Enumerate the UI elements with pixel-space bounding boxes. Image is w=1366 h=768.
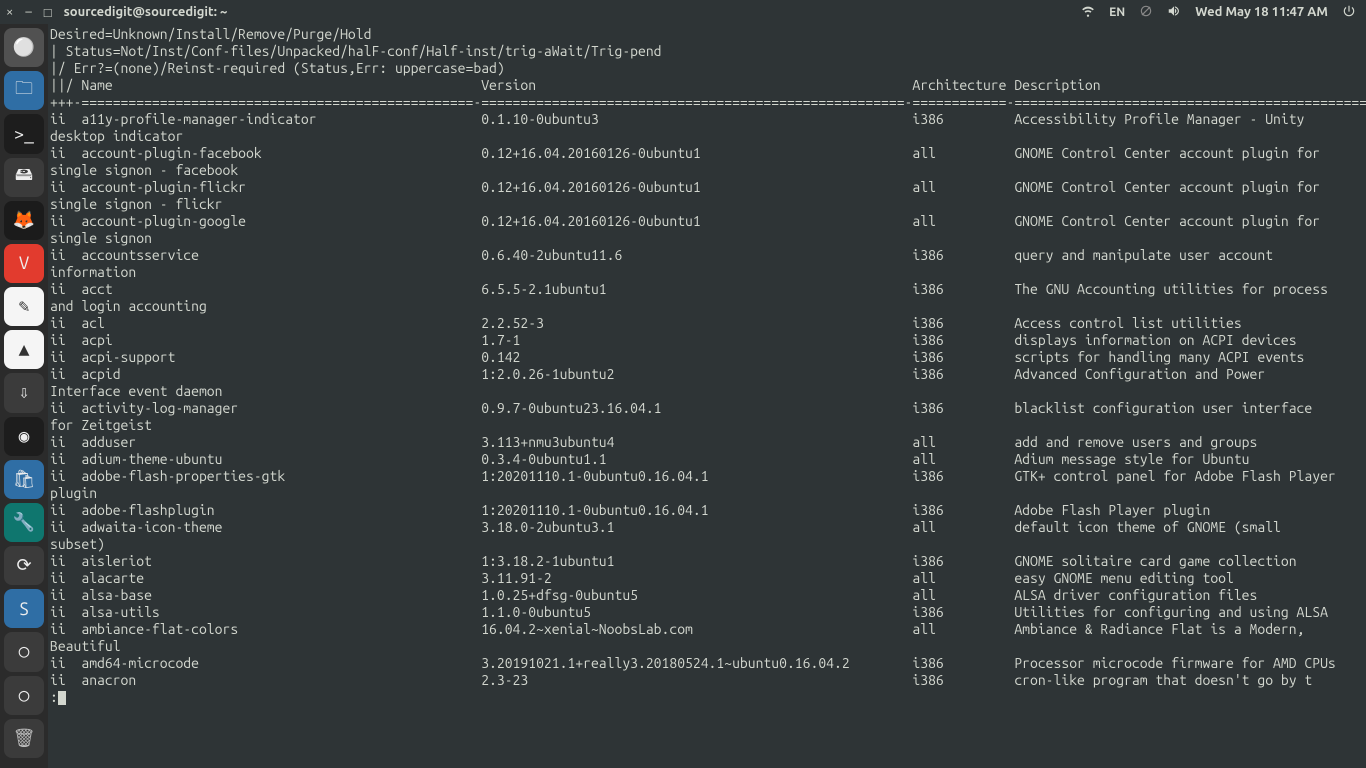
- terminal-line: plugin: [50, 485, 1364, 502]
- terminal-line: ii acpid 1:2.0.26-1ubuntu2 i386 Advanced…: [50, 366, 1364, 383]
- terminal-line: desktop indicator: [50, 128, 1364, 145]
- terminal-line: ii adduser 3.113+nmu3ubuntu4 all add and…: [50, 434, 1364, 451]
- terminal-line: ii activity-log-manager 0.9.7-0ubuntu23.…: [50, 400, 1364, 417]
- launcher-firefox[interactable]: 🦊: [4, 201, 44, 240]
- terminal-line: |/ Err?=(none)/Reinst-required (Status,E…: [50, 60, 1364, 77]
- terminal-line: subset): [50, 536, 1364, 553]
- launcher-vivaldi[interactable]: V: [4, 244, 44, 283]
- keyboard-language[interactable]: EN: [1109, 6, 1125, 19]
- power-icon[interactable]: [1342, 4, 1356, 21]
- window-close-button[interactable]: ×: [6, 5, 13, 19]
- launcher-drive[interactable]: 🖴: [4, 158, 44, 197]
- terminal-line: ||/ Name Version Architecture Descriptio…: [50, 77, 1364, 94]
- terminal-line: ii adwaita-icon-theme 3.18.0-2ubuntu3.1 …: [50, 519, 1364, 536]
- terminal-line: ii account-plugin-flickr 0.12+16.04.2016…: [50, 179, 1364, 196]
- system-tray: EN Wed May 18 11:47 AM: [1081, 4, 1366, 21]
- launcher-obs[interactable]: ◉: [4, 417, 44, 456]
- terminal-line: ii amd64-microcode 3.20191021.1+really3.…: [50, 655, 1364, 672]
- window-controls: × – □: [0, 5, 52, 20]
- terminal-line: ii acpi-support 0.142 i386 scripts for h…: [50, 349, 1364, 366]
- terminal-prompt[interactable]: :: [50, 689, 1364, 706]
- terminal-line: Interface event daemon: [50, 383, 1364, 400]
- launcher-staging[interactable]: S: [4, 589, 44, 628]
- terminal-line: ii adobe-flashplugin 1:20201110.1-0ubunt…: [50, 502, 1364, 519]
- launcher: ⚪ 🗀 >_ 🖴 🦊 V ✎ ▲ ⇩ ◉ 🛍 🔧 ⟳ S ○ ○ 🗑: [0, 24, 48, 768]
- terminal-line: ii aisleriot 1:3.18.2-1ubuntu1 i386 GNOM…: [50, 553, 1364, 570]
- launcher-files[interactable]: 🗀: [4, 71, 44, 110]
- cursor: [58, 691, 66, 705]
- clock[interactable]: Wed May 18 11:47 AM: [1195, 5, 1328, 19]
- terminal-line: ii acl 2.2.52-3 i386 Access control list…: [50, 315, 1364, 332]
- launcher-vlc[interactable]: ▲: [4, 330, 44, 369]
- window-maximize-button[interactable]: □: [44, 5, 52, 20]
- terminal-line: single signon - flickr: [50, 196, 1364, 213]
- terminal-line: ii alsa-base 1.0.25+dfsg-0ubuntu5 all AL…: [50, 587, 1364, 604]
- terminal-line: information: [50, 264, 1364, 281]
- launcher-terminal[interactable]: >_: [4, 114, 44, 153]
- terminal-output[interactable]: Desired=Unknown/Install/Remove/Purge/Hol…: [48, 24, 1366, 768]
- launcher-disk2[interactable]: ○: [4, 676, 44, 715]
- launcher-show-apps[interactable]: ⚪: [4, 28, 44, 67]
- notifications-icon[interactable]: [1139, 4, 1153, 21]
- terminal-line: ii adobe-flash-properties-gtk 1:20201110…: [50, 468, 1364, 485]
- terminal-line: ii ambiance-flat-colors 16.04.2~xenial~N…: [50, 621, 1364, 638]
- launcher-trash[interactable]: 🗑: [4, 719, 44, 758]
- terminal-line: for Zeitgeist: [50, 417, 1364, 434]
- terminal-line: ii accountsservice 0.6.40-2ubuntu11.6 i3…: [50, 247, 1364, 264]
- top-panel: × – □ sourcedigit@sourcedigit: ~ EN Wed …: [0, 0, 1366, 24]
- window-minimize-button[interactable]: –: [25, 5, 31, 19]
- terminal-line: ii anacron 2.3-23 i386 cron-like program…: [50, 672, 1364, 689]
- launcher-archive[interactable]: ⇩: [4, 373, 44, 412]
- launcher-software[interactable]: 🛍: [4, 460, 44, 499]
- terminal-line: ii adium-theme-ubuntu 0.3.4-0ubuntu1.1 a…: [50, 451, 1364, 468]
- terminal-line: Beautiful: [50, 638, 1364, 655]
- launcher-disk1[interactable]: ○: [4, 632, 44, 671]
- launcher-sync[interactable]: ⟳: [4, 546, 44, 585]
- terminal-line: single signon: [50, 230, 1364, 247]
- terminal-line: ii a11y-profile-manager-indicator 0.1.10…: [50, 111, 1364, 128]
- terminal-line: Desired=Unknown/Install/Remove/Purge/Hol…: [50, 26, 1364, 43]
- terminal-line: and login accounting: [50, 298, 1364, 315]
- wifi-icon[interactable]: [1081, 4, 1095, 21]
- terminal-line: ii acct 6.5.5-2.1ubuntu1 i386 The GNU Ac…: [50, 281, 1364, 298]
- window-title: sourcedigit@sourcedigit: ~: [64, 5, 228, 19]
- terminal-line: single signon - facebook: [50, 162, 1364, 179]
- volume-icon[interactable]: [1167, 4, 1181, 21]
- terminal-line: ii acpi 1.7-1 i386 displays information …: [50, 332, 1364, 349]
- launcher-wrench[interactable]: 🔧: [4, 503, 44, 542]
- terminal-line: +++-====================================…: [50, 94, 1364, 111]
- launcher-text-editor[interactable]: ✎: [4, 287, 44, 326]
- terminal-line: ii alacarte 3.11.91-2 all easy GNOME men…: [50, 570, 1364, 587]
- terminal-line: ii account-plugin-google 0.12+16.04.2016…: [50, 213, 1364, 230]
- terminal-line: | Status=Not/Inst/Conf-files/Unpacked/ha…: [50, 43, 1364, 60]
- terminal-line: ii alsa-utils 1.1.0-0ubuntu5 i386 Utilit…: [50, 604, 1364, 621]
- terminal-line: ii account-plugin-facebook 0.12+16.04.20…: [50, 145, 1364, 162]
